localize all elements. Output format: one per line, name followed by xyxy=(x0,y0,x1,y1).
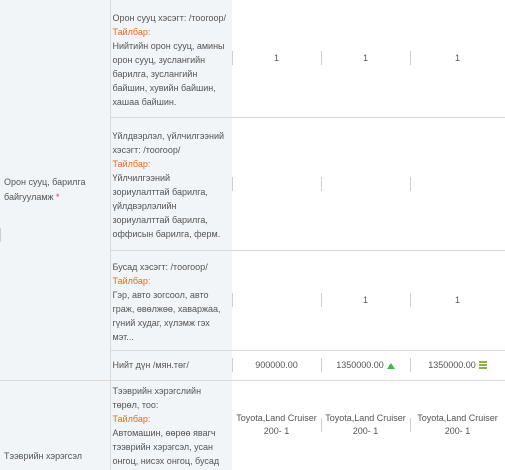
row-description: Нийтийн орон сууц, амины орон сууц, зусл… xyxy=(112,40,225,107)
table-row: Орон сууц, барилга байгууламж * Орон суу… xyxy=(0,0,505,380)
value-cell[interactable]: 1 xyxy=(321,249,410,350)
vehicle-count: 200- 1 xyxy=(263,426,290,437)
total-value-cell: 1350000.00 xyxy=(410,349,505,380)
section-label-text: Орон сууц, барилга байгууламж xyxy=(4,176,86,202)
row-title: Орон сууц хэсэгт: /тоогоор/ xyxy=(112,12,226,23)
total-value: 900000.00 xyxy=(255,360,298,370)
value-cell[interactable] xyxy=(232,116,321,250)
value-cell[interactable]: 1 xyxy=(410,0,505,117)
value-cell[interactable]: 1 xyxy=(410,249,505,350)
row-title: Үйлдвэрлэл, үйлчилгээний хэсэгт: /тоогоо… xyxy=(112,131,225,155)
total-value-cell: 900000.00 xyxy=(232,349,321,380)
vehicle-value-cell[interactable]: Toyota,Land Cruiser 200- 1 xyxy=(321,379,410,470)
vehicle-name: Toyota,Land Cruiser xyxy=(236,413,317,424)
section-label-vehicles: Тээврийн хэрэгсэл xyxy=(0,379,110,470)
value-cell[interactable]: 1 xyxy=(232,0,321,117)
row-label-residential: Орон сууц хэсэгт: /тоогоор/ Тайлбар: Ний… xyxy=(109,0,232,117)
total-value: 1350000.00 xyxy=(428,359,476,370)
equal-icon xyxy=(478,360,487,370)
row-title: Бусад хэсэгт: /тоогоор/ xyxy=(112,261,208,272)
row-description: Гэр, авто зогсоол, авто граж, өвөлжөө, х… xyxy=(112,289,221,342)
vehicle-count: 200- 1 xyxy=(352,426,379,437)
total-value: 1350000.00 xyxy=(336,360,384,370)
vehicle-name: Toyota,Land Cruiser xyxy=(417,413,498,424)
value-cell[interactable] xyxy=(232,249,321,350)
explanation-label: Тайлбар: xyxy=(112,26,151,37)
value-text: 1 xyxy=(454,53,460,64)
row-description: Автомашин, өөрөө явагч тээврийн хэрэгсэл… xyxy=(112,427,220,466)
value-cell[interactable]: 1 xyxy=(321,0,410,117)
vehicle-value-cell[interactable]: Toyota,Land Cruiser 200- 1 xyxy=(410,379,505,470)
row-label-industrial: Үйлдвэрлэл, үйлчилгээний хэсэгт: /тоогоо… xyxy=(109,116,232,250)
value-cell[interactable] xyxy=(321,116,410,250)
vehicle-value-cell[interactable]: Toyota,Land Cruiser 200- 1 xyxy=(0,228,321,470)
value-text: 1 xyxy=(454,295,460,305)
vehicle-name: Toyota,Land Cruiser xyxy=(325,413,406,424)
required-mark: * xyxy=(56,191,60,202)
value-cell[interactable] xyxy=(410,116,505,250)
row-label-other: Бусад хэсэгт: /тоогоор/ Тайлбар: Гэр, ав… xyxy=(109,249,232,350)
value-text: 1 xyxy=(273,53,279,64)
declaration-table: Орон сууц, барилга байгууламж * Орон суу… xyxy=(0,0,505,470)
value-text: 1 xyxy=(362,295,368,305)
vehicle-count: 200- 1 xyxy=(444,426,471,437)
value-text: 1 xyxy=(362,53,368,64)
row-label-vehicle-type: Тээврийн хэрэгслийн төрөл, тоо: Тайлбар:… xyxy=(109,379,232,470)
explanation-label: Тайлбар: xyxy=(112,159,151,169)
explanation-label: Тайлбар: xyxy=(112,413,151,424)
row-title: Тээврийн хэрэгслийн төрөл, тоо: xyxy=(112,385,202,410)
table-row: Тээврийн хэрэгсэл Тээврийн хэрэгслийн тө… xyxy=(0,228,505,470)
total-label: Нийт дүн /мян.төг/ xyxy=(112,360,189,370)
section-label-text: Тээврийн хэрэгсэл xyxy=(4,451,83,461)
explanation-label: Тайлбар: xyxy=(112,275,151,286)
total-label-cell: Нийт дүн /мян.төг/ xyxy=(109,349,232,380)
up-arrow-icon xyxy=(384,360,395,370)
section-label-real-estate: Орон сууц, барилга байгууламж * xyxy=(0,0,110,380)
row-description: Үйлчилгээний зориулалттай барилга, үйлдв… xyxy=(112,173,221,239)
total-value-cell: 1350000.00 xyxy=(321,349,410,380)
